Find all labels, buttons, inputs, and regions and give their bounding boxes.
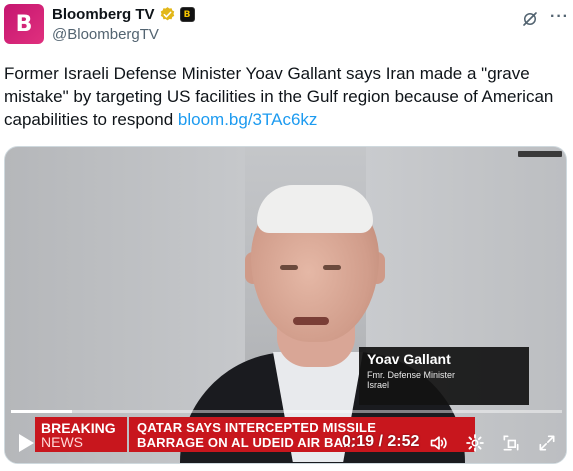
- name-row: Bloomberg TV B: [52, 6, 195, 23]
- progress-bar[interactable]: [11, 410, 562, 413]
- speaker-eye-right: [323, 265, 341, 270]
- picture-in-picture-icon[interactable]: [501, 433, 521, 453]
- account-handle[interactable]: @BloombergTV: [52, 26, 159, 43]
- speaker-hair: [257, 185, 373, 233]
- more-icon[interactable]: ···: [550, 8, 569, 26]
- time-display: 0:19 / 2:52: [342, 433, 420, 450]
- video-player[interactable]: Yoav Gallant Fmr. Defense Minister Israe…: [4, 146, 567, 464]
- avatar[interactable]: B: [4, 4, 44, 44]
- tweet-text: Former Israeli Defense Minister Yoav Gal…: [4, 62, 570, 131]
- progress-fill: [11, 410, 72, 413]
- verified-badge-icon[interactable]: [159, 6, 176, 23]
- avatar-letter: B: [15, 11, 33, 37]
- grok-icon[interactable]: [521, 10, 539, 28]
- lower-third-title: Fmr. Defense Minister: [367, 370, 456, 380]
- tweet-header: B Bloomberg TV B @BloombergTV ···: [4, 4, 569, 48]
- lower-third-name: Yoav Gallant: [367, 351, 451, 367]
- play-icon[interactable]: [17, 433, 35, 453]
- speaker-eye-left: [280, 265, 298, 270]
- speaker-mouth: [293, 317, 329, 325]
- lower-third-country: Israel: [367, 380, 390, 390]
- tweet-link[interactable]: bloom.bg/3TAc6kz: [178, 110, 318, 129]
- lower-third: Yoav Gallant Fmr. Defense Minister Israe…: [359, 347, 529, 405]
- affiliate-badge-icon[interactable]: B: [179, 7, 195, 22]
- affiliate-badge-letter: B: [183, 9, 191, 20]
- gear-icon[interactable]: [465, 433, 485, 453]
- broadcast-tag: [518, 151, 562, 157]
- fullscreen-icon[interactable]: [537, 433, 557, 453]
- volume-icon[interactable]: [429, 433, 449, 453]
- player-controls: 0:19 / 2:52: [5, 425, 566, 463]
- display-name[interactable]: Bloomberg TV: [52, 6, 155, 23]
